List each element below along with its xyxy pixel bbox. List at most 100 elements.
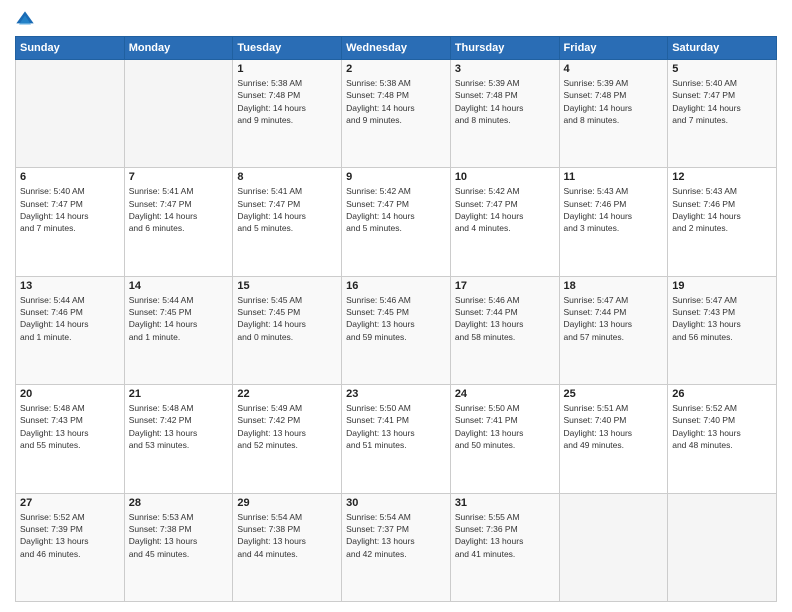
calendar-cell: 12 Sunrise: 5:43 AM Sunset: 7:46 PM Dayli… xyxy=(668,168,777,276)
weekday-header-tuesday: Tuesday xyxy=(233,37,342,60)
calendar-body: 1 Sunrise: 5:38 AM Sunset: 7:48 PM Daylig… xyxy=(16,60,777,602)
calendar-cell: 5 Sunrise: 5:40 AM Sunset: 7:47 PM Daylig… xyxy=(668,60,777,168)
day-info: Sunrise: 5:48 AM Sunset: 7:42 PM Dayligh… xyxy=(129,402,229,451)
calendar-cell: 19 Sunrise: 5:47 AM Sunset: 7:43 PM Dayli… xyxy=(668,276,777,384)
day-number: 10 xyxy=(455,171,555,183)
day-number: 19 xyxy=(672,280,772,292)
day-info: Sunrise: 5:45 AM Sunset: 7:45 PM Dayligh… xyxy=(237,294,337,343)
weekday-header-wednesday: Wednesday xyxy=(342,37,451,60)
day-number: 1 xyxy=(237,63,337,75)
calendar-cell: 15Sunrise: 5:45 AM Sunset: 7:45 PM Dayli… xyxy=(233,276,342,384)
weekday-header-sunday: Sunday xyxy=(16,37,125,60)
calendar-cell: 4 Sunrise: 5:39 AM Sunset: 7:48 PM Daylig… xyxy=(559,60,668,168)
day-info: Sunrise: 5:41 AM Sunset: 7:47 PM Dayligh… xyxy=(237,185,337,234)
day-info: Sunrise: 5:48 AM Sunset: 7:43 PM Dayligh… xyxy=(20,402,120,451)
calendar-cell: 25 Sunrise: 5:51 AM Sunset: 7:40 PM Dayli… xyxy=(559,385,668,493)
day-info: Sunrise: 5:50 AM Sunset: 7:41 PM Dayligh… xyxy=(455,402,555,451)
day-number: 17 xyxy=(455,280,555,292)
day-number: 16 xyxy=(346,280,446,292)
day-number: 7 xyxy=(129,171,229,183)
calendar-cell: 7 Sunrise: 5:41 AM Sunset: 7:47 PM Daylig… xyxy=(124,168,233,276)
day-number: 14 xyxy=(129,280,229,292)
day-number: 30 xyxy=(346,497,446,509)
calendar-cell: 24 Sunrise: 5:50 AM Sunset: 7:41 PM Dayli… xyxy=(450,385,559,493)
calendar-cell xyxy=(668,493,777,601)
day-number: 12 xyxy=(672,171,772,183)
weekday-header-saturday: Saturday xyxy=(668,37,777,60)
calendar-cell: 2 Sunrise: 5:38 AM Sunset: 7:48 PM Daylig… xyxy=(342,60,451,168)
calendar-cell: 21 Sunrise: 5:48 AM Sunset: 7:42 PM Dayli… xyxy=(124,385,233,493)
day-info: Sunrise: 5:54 AM Sunset: 7:38 PM Dayligh… xyxy=(237,511,337,560)
day-info: Sunrise: 5:43 AM Sunset: 7:46 PM Dayligh… xyxy=(672,185,772,234)
day-info: Sunrise: 5:52 AM Sunset: 7:39 PM Dayligh… xyxy=(20,511,120,560)
day-info: Sunrise: 5:38 AM Sunset: 7:48 PM Dayligh… xyxy=(346,77,446,126)
day-number: 4 xyxy=(564,63,664,75)
calendar-cell: 13 Sunrise: 5:44 AM Sunset: 7:46 PM Dayli… xyxy=(16,276,125,384)
day-info: Sunrise: 5:47 AM Sunset: 7:44 PM Dayligh… xyxy=(564,294,664,343)
day-info: Sunrise: 5:40 AM Sunset: 7:47 PM Dayligh… xyxy=(20,185,120,234)
day-number: 20 xyxy=(20,388,120,400)
calendar-cell: 1Sunrise: 5:38 AM Sunset: 7:48 PM Daylig… xyxy=(233,60,342,168)
calendar-week-3: 13 Sunrise: 5:44 AM Sunset: 7:46 PM Dayli… xyxy=(16,276,777,384)
day-info: Sunrise: 5:49 AM Sunset: 7:42 PM Dayligh… xyxy=(237,402,337,451)
day-number: 5 xyxy=(672,63,772,75)
calendar-week-5: 27 Sunrise: 5:52 AM Sunset: 7:39 PM Dayli… xyxy=(16,493,777,601)
calendar-cell xyxy=(559,493,668,601)
calendar-cell: 8Sunrise: 5:41 AM Sunset: 7:47 PM Daylig… xyxy=(233,168,342,276)
calendar-cell: 3Sunrise: 5:39 AM Sunset: 7:48 PM Daylig… xyxy=(450,60,559,168)
weekday-header-monday: Monday xyxy=(124,37,233,60)
day-number: 2 xyxy=(346,63,446,75)
calendar-cell xyxy=(16,60,125,168)
day-info: Sunrise: 5:51 AM Sunset: 7:40 PM Dayligh… xyxy=(564,402,664,451)
day-number: 6 xyxy=(20,171,120,183)
day-number: 29 xyxy=(237,497,337,509)
day-info: Sunrise: 5:39 AM Sunset: 7:48 PM Dayligh… xyxy=(564,77,664,126)
day-number: 25 xyxy=(564,388,664,400)
day-number: 13 xyxy=(20,280,120,292)
day-info: Sunrise: 5:39 AM Sunset: 7:48 PM Dayligh… xyxy=(455,77,555,126)
day-info: Sunrise: 5:50 AM Sunset: 7:41 PM Dayligh… xyxy=(346,402,446,451)
day-info: Sunrise: 5:43 AM Sunset: 7:46 PM Dayligh… xyxy=(564,185,664,234)
calendar-cell: 22 Sunrise: 5:49 AM Sunset: 7:42 PM Dayli… xyxy=(233,385,342,493)
weekday-header-friday: Friday xyxy=(559,37,668,60)
calendar-cell xyxy=(124,60,233,168)
day-info: Sunrise: 5:42 AM Sunset: 7:47 PM Dayligh… xyxy=(455,185,555,234)
day-number: 22 xyxy=(237,388,337,400)
calendar-cell: 18 Sunrise: 5:47 AM Sunset: 7:44 PM Dayli… xyxy=(559,276,668,384)
calendar-cell: 29 Sunrise: 5:54 AM Sunset: 7:38 PM Dayli… xyxy=(233,493,342,601)
calendar-cell: 9 Sunrise: 5:42 AM Sunset: 7:47 PM Daylig… xyxy=(342,168,451,276)
calendar-cell: 17Sunrise: 5:46 AM Sunset: 7:44 PM Dayli… xyxy=(450,276,559,384)
day-info: Sunrise: 5:40 AM Sunset: 7:47 PM Dayligh… xyxy=(672,77,772,126)
logo-icon xyxy=(15,10,35,30)
calendar-week-1: 1 Sunrise: 5:38 AM Sunset: 7:48 PM Daylig… xyxy=(16,60,777,168)
day-number: 18 xyxy=(564,280,664,292)
calendar-cell: 14Sunrise: 5:44 AM Sunset: 7:45 PM Dayli… xyxy=(124,276,233,384)
logo xyxy=(15,10,39,30)
day-number: 24 xyxy=(455,388,555,400)
day-info: Sunrise: 5:41 AM Sunset: 7:47 PM Dayligh… xyxy=(129,185,229,234)
calendar-cell: 27 Sunrise: 5:52 AM Sunset: 7:39 PM Dayli… xyxy=(16,493,125,601)
day-number: 31 xyxy=(455,497,555,509)
day-number: 26 xyxy=(672,388,772,400)
calendar-cell: 26 Sunrise: 5:52 AM Sunset: 7:40 PM Dayli… xyxy=(668,385,777,493)
calendar-header: SundayMondayTuesdayWednesdayThursdayFrid… xyxy=(16,37,777,60)
calendar-week-2: 6 Sunrise: 5:40 AM Sunset: 7:47 PM Daylig… xyxy=(16,168,777,276)
calendar-week-4: 20 Sunrise: 5:48 AM Sunset: 7:43 PM Dayli… xyxy=(16,385,777,493)
day-info: Sunrise: 5:44 AM Sunset: 7:46 PM Dayligh… xyxy=(20,294,120,343)
day-info: Sunrise: 5:47 AM Sunset: 7:43 PM Dayligh… xyxy=(672,294,772,343)
day-info: Sunrise: 5:54 AM Sunset: 7:37 PM Dayligh… xyxy=(346,511,446,560)
weekday-row: SundayMondayTuesdayWednesdayThursdayFrid… xyxy=(16,37,777,60)
day-number: 21 xyxy=(129,388,229,400)
day-info: Sunrise: 5:52 AM Sunset: 7:40 PM Dayligh… xyxy=(672,402,772,451)
calendar-cell: 10 Sunrise: 5:42 AM Sunset: 7:47 PM Dayli… xyxy=(450,168,559,276)
day-number: 27 xyxy=(20,497,120,509)
day-number: 9 xyxy=(346,171,446,183)
calendar-cell: 28Sunrise: 5:53 AM Sunset: 7:38 PM Dayli… xyxy=(124,493,233,601)
calendar-cell: 20 Sunrise: 5:48 AM Sunset: 7:43 PM Dayli… xyxy=(16,385,125,493)
day-info: Sunrise: 5:42 AM Sunset: 7:47 PM Dayligh… xyxy=(346,185,446,234)
calendar-cell: 30 Sunrise: 5:54 AM Sunset: 7:37 PM Dayli… xyxy=(342,493,451,601)
header xyxy=(15,10,777,30)
day-info: Sunrise: 5:55 AM Sunset: 7:36 PM Dayligh… xyxy=(455,511,555,560)
calendar-cell: 16Sunrise: 5:46 AM Sunset: 7:45 PM Dayli… xyxy=(342,276,451,384)
calendar-table: SundayMondayTuesdayWednesdayThursdayFrid… xyxy=(15,36,777,602)
